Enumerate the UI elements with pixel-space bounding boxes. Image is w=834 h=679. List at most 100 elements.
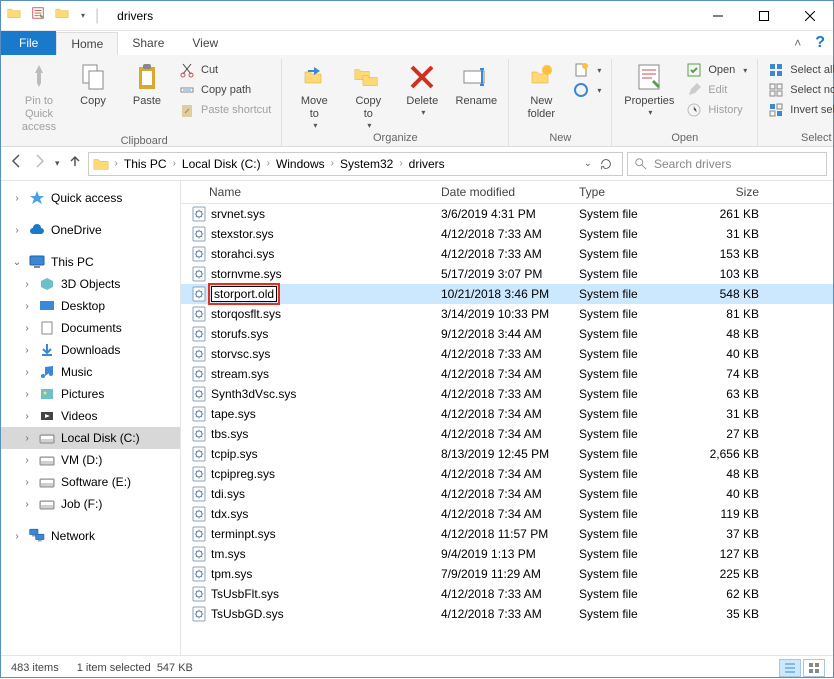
breadcrumb-item[interactable]: System32 [340,157,393,171]
breadcrumb-item[interactable]: This PC [124,157,167,171]
copy-path-button[interactable]: Copy path [175,81,275,99]
file-size: 261 KB [679,207,779,221]
view-large-icons-button[interactable] [803,659,825,677]
nav-downloads[interactable]: ›Downloads [1,339,180,361]
back-button[interactable] [7,152,25,175]
column-size[interactable]: Size [679,185,779,199]
up-button[interactable] [66,152,84,175]
copy-to-button[interactable]: Copy to▾ [342,59,394,131]
view-details-button[interactable] [779,659,801,677]
file-row[interactable]: storufs.sys9/12/2018 3:44 AMSystem file4… [181,324,833,344]
address-dropdown-icon[interactable]: ⌄ [584,158,592,169]
nav-this-pc[interactable]: ⌄ This PC [1,251,180,273]
rename-input[interactable]: storport.old [211,286,277,302]
copy-button[interactable]: Copy [67,59,119,108]
edit-button[interactable]: Edit [682,81,751,99]
file-row[interactable]: storahci.sys4/12/2018 7:33 AMSystem file… [181,244,833,264]
sysfile-icon [191,386,207,402]
file-row[interactable]: terminpt.sys4/12/2018 11:57 PMSystem fil… [181,524,833,544]
breadcrumb-item[interactable]: Local Disk (C:) [182,157,261,171]
minimize-button[interactable] [695,1,741,31]
file-row[interactable]: storport.old10/21/2018 3:46 PMSystem fil… [181,284,833,304]
navigation-pane[interactable]: › Quick access › OneDrive ⌄ This PC ›3D … [1,181,181,655]
view-tab[interactable]: View [178,32,232,54]
nav-software-e[interactable]: ›Software (E:) [1,471,180,493]
column-date[interactable]: Date modified [441,185,579,199]
file-row[interactable]: tcpipreg.sys4/12/2018 7:34 AMSystem file… [181,464,833,484]
column-name[interactable]: Name [181,185,441,199]
file-row[interactable]: tdx.sys4/12/2018 7:34 AMSystem file119 K… [181,504,833,524]
rename-button[interactable]: Rename [450,59,502,108]
collapse-ribbon-icon[interactable]: ˄ [794,36,801,50]
file-size: 153 KB [679,247,779,261]
file-size: 225 KB [679,567,779,581]
file-row[interactable]: stornvme.sys5/17/2019 3:07 PMSystem file… [181,264,833,284]
column-headers[interactable]: Name Date modified Type Size [181,181,833,204]
open-button[interactable]: Open▾ [682,61,751,79]
nav-onedrive[interactable]: › OneDrive [1,219,180,241]
close-button[interactable] [787,1,833,31]
nav-music[interactable]: ›Music [1,361,180,383]
qat-properties-icon[interactable] [31,6,45,25]
sysfile-icon [191,246,207,262]
file-row[interactable]: tpm.sys7/9/2019 11:29 AMSystem file225 K… [181,564,833,584]
file-list[interactable]: Name Date modified Type Size srvnet.sys3… [181,181,833,655]
share-tab[interactable]: Share [118,32,178,54]
maximize-button[interactable] [741,1,787,31]
file-row[interactable]: tcpip.sys8/13/2019 12:45 PMSystem file2,… [181,444,833,464]
move-to-button[interactable]: Move to▾ [288,59,340,131]
nav-videos[interactable]: ›Videos [1,405,180,427]
file-type: System file [579,367,679,381]
file-date: 10/21/2018 3:46 PM [441,287,579,301]
help-icon[interactable]: ? [815,34,825,52]
file-row[interactable]: stexstor.sys4/12/2018 7:33 AMSystem file… [181,224,833,244]
paste-shortcut-button[interactable]: Paste shortcut [175,101,275,119]
file-row[interactable]: tm.sys9/4/2019 1:13 PMSystem file127 KB [181,544,833,564]
nav-vm-d[interactable]: ›VM (D:) [1,449,180,471]
nav-local-disk-c[interactable]: ›Local Disk (C:) [1,427,180,449]
refresh-button[interactable] [594,157,618,171]
select-all-button[interactable]: Select all [764,61,834,79]
file-row[interactable]: Synth3dVsc.sys4/12/2018 7:33 AMSystem fi… [181,384,833,404]
nav-3d-objects[interactable]: ›3D Objects [1,273,180,295]
file-row[interactable]: srvnet.sys3/6/2019 4:31 PMSystem file261… [181,204,833,224]
search-input[interactable]: Search drivers [627,152,827,176]
paste-button[interactable]: Paste [121,59,173,108]
nav-job-f[interactable]: ›Job (F:) [1,493,180,515]
new-folder-button[interactable]: New folder [515,59,567,121]
file-tab[interactable]: File [1,31,56,55]
delete-button[interactable]: Delete▾ [396,59,448,118]
qat-newfolder-icon[interactable] [55,6,69,25]
cut-button[interactable]: Cut [175,61,275,79]
recent-locations-button[interactable]: ▾ [55,158,60,169]
pin-to-quick-access-button[interactable]: Pin to Quick access [13,59,65,135]
file-row[interactable]: tape.sys4/12/2018 7:34 AMSystem file31 K… [181,404,833,424]
nav-quick-access[interactable]: › Quick access [1,187,180,209]
file-row[interactable]: tdi.sys4/12/2018 7:34 AMSystem file40 KB [181,484,833,504]
file-row[interactable]: tbs.sys4/12/2018 7:34 AMSystem file27 KB [181,424,833,444]
invert-selection-button[interactable]: Invert selection [764,101,834,119]
history-button[interactable]: History [682,101,751,119]
breadcrumb-item[interactable]: drivers [409,157,445,171]
address-bar[interactable]: › This PC› Local Disk (C:)› Windows› Sys… [88,152,623,176]
select-none-button[interactable]: Select none [764,81,834,99]
file-row[interactable]: TsUsbGD.sys4/12/2018 7:33 AMSystem file3… [181,604,833,624]
file-row[interactable]: TsUsbFlt.sys4/12/2018 7:33 AMSystem file… [181,584,833,604]
easy-access-button[interactable]: ▾ [569,81,605,99]
properties-button[interactable]: Properties▾ [618,59,680,118]
nav-pictures[interactable]: ›Pictures [1,383,180,405]
column-type[interactable]: Type [579,185,679,199]
qat-dropdown-icon[interactable]: ▾ [81,11,85,20]
file-row[interactable]: stream.sys4/12/2018 7:34 AMSystem file74… [181,364,833,384]
forward-button[interactable] [31,152,49,175]
nav-documents[interactable]: ›Documents [1,317,180,339]
nav-desktop[interactable]: ›Desktop [1,295,180,317]
home-tab[interactable]: Home [56,32,118,55]
file-row[interactable]: storvsc.sys4/12/2018 7:33 AMSystem file4… [181,344,833,364]
breadcrumb-item[interactable]: Windows [276,157,325,171]
new-item-button[interactable]: ▾ [569,61,605,79]
address-bar-row: ▾ › This PC› Local Disk (C:)› Windows› S… [1,147,833,181]
sysfile-icon [191,306,207,322]
file-row[interactable]: storqosflt.sys3/14/2019 10:33 PMSystem f… [181,304,833,324]
nav-network[interactable]: ›Network [1,525,180,547]
